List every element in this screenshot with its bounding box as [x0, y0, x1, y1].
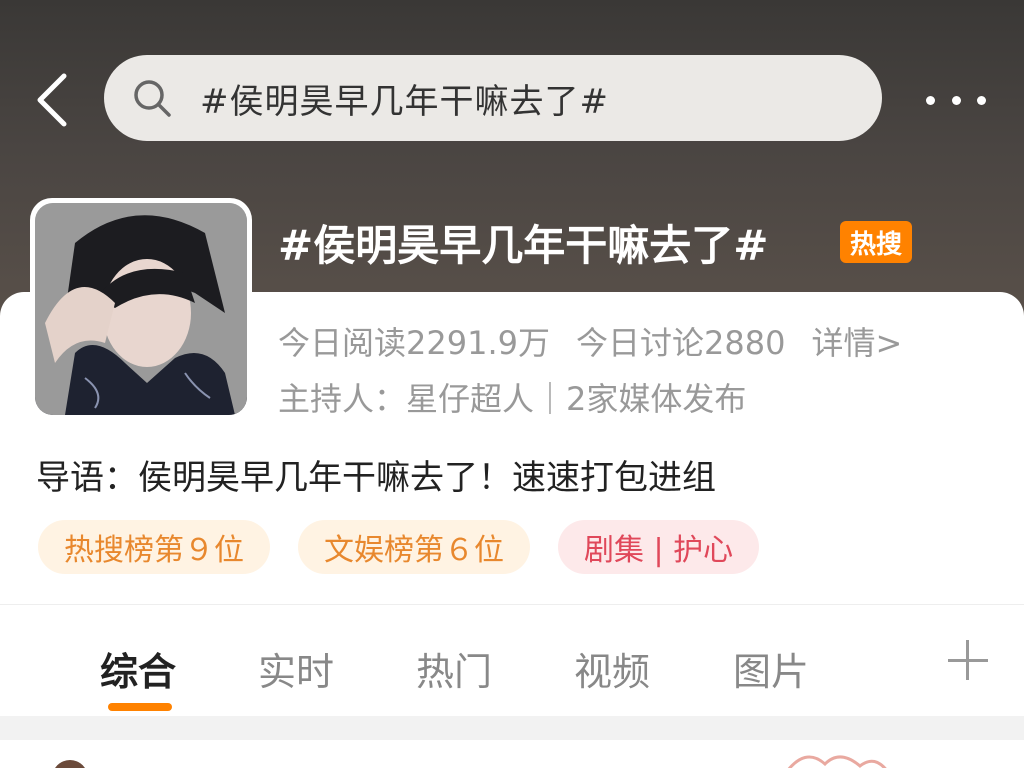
topic-title: #侯明昊早几年干嘛去了#	[278, 221, 769, 270]
portrait-illustration	[35, 203, 247, 415]
dot-icon	[951, 95, 961, 105]
topic-stats: 今日阅读2291.9万 今日讨论2880 详情>	[278, 318, 902, 364]
host-info[interactable]: 主持人：星仔超人｜2家媒体发布	[278, 374, 746, 420]
tab-popular[interactable]: 热门	[416, 641, 492, 696]
feed-decoration-icon	[787, 755, 887, 768]
back-arrow-icon	[37, 73, 67, 127]
tab-bar: 综合 实时 热门 视频 图片	[0, 604, 1024, 716]
active-tab-indicator	[108, 703, 172, 711]
entertainment-rank-tag[interactable]: 文娱榜第６位	[298, 520, 530, 574]
add-tab-icon[interactable]	[948, 640, 988, 680]
dot-icon	[926, 95, 935, 105]
topic-guide: 导语：侯明昊早几年干嘛去了！速速打包进组	[36, 458, 716, 498]
hot-search-badge: 热搜	[840, 221, 912, 263]
avatar-image	[35, 203, 247, 415]
topic-avatar[interactable]	[30, 198, 252, 420]
reads-count: 今日阅读2291.9万	[278, 324, 550, 362]
search-icon	[130, 76, 174, 120]
tab-realtime[interactable]: 实时	[258, 641, 334, 696]
back-button[interactable]	[30, 70, 74, 130]
tab-video[interactable]: 视频	[574, 641, 650, 696]
more-options-button[interactable]	[920, 82, 992, 118]
drama-tag[interactable]: 剧集 | 护心	[558, 520, 760, 574]
tab-comprehensive[interactable]: 综合	[100, 641, 176, 696]
tab-images[interactable]: 图片	[733, 641, 809, 696]
search-query-text: #侯明昊早几年干嘛去了#	[200, 81, 609, 122]
topic-tags: 热搜榜第９位 文娱榜第６位 剧集 | 护心	[38, 520, 760, 574]
hot-rank-tag[interactable]: 热搜榜第９位	[38, 520, 270, 574]
dot-icon	[977, 95, 986, 105]
details-link[interactable]: 详情>	[811, 318, 902, 364]
discussion-count: 今日讨论2880	[575, 324, 786, 362]
search-bar[interactable]: #侯明昊早几年干嘛去了#	[104, 55, 882, 141]
